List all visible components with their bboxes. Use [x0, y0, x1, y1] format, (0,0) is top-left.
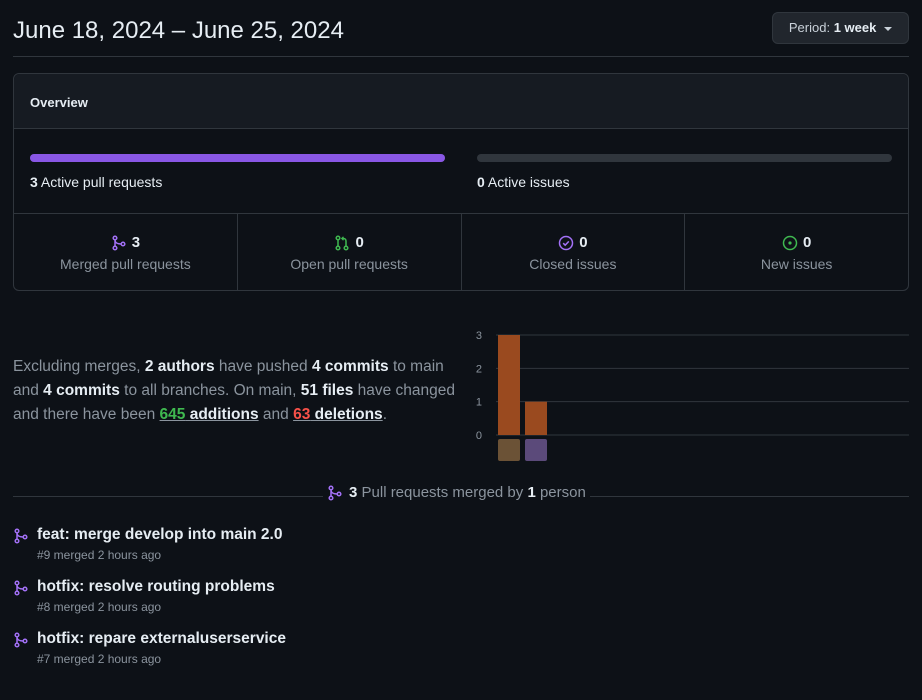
- pulse-header: June 18, 2024 – June 25, 2024 Period: 1 …: [13, 0, 909, 57]
- date-range-title: June 18, 2024 – June 25, 2024: [13, 17, 344, 44]
- pr-meta: #9 merged 2 hours ago: [37, 548, 162, 562]
- caret-down-icon: [884, 26, 892, 31]
- active-prs-bar: [30, 154, 445, 162]
- stat-open-label: Open pull requests: [290, 256, 408, 272]
- git-merge-icon: [112, 234, 126, 251]
- summary-commits-main: 4 commits: [311, 358, 389, 375]
- chart-y-tick-label: 1: [476, 397, 482, 409]
- active-issues-label: Active issues: [487, 174, 570, 190]
- git-merge-icon: [14, 528, 28, 544]
- chart-y-tick-label: 0: [476, 430, 482, 442]
- chart-bar[interactable]: [498, 335, 520, 435]
- deletions-link[interactable]: 63 deletions: [293, 406, 383, 423]
- overview-title: Overview: [30, 95, 88, 110]
- active-prs-count: 3: [30, 174, 38, 190]
- pr-title-link[interactable]: hotfix: resolve routing problems: [37, 578, 275, 596]
- stat-merged-label: Merged pull requests: [60, 256, 191, 272]
- stat-closed-value: 0: [579, 234, 588, 251]
- chart-y-tick-label: 3: [476, 330, 482, 342]
- stat-new-value: 0: [802, 234, 812, 251]
- stat-closed-issues[interactable]: 0 Closed issues: [462, 214, 686, 291]
- author-avatar[interactable]: [525, 439, 547, 461]
- deletions-word: deletions: [310, 406, 383, 423]
- additions-word: additions: [185, 406, 259, 423]
- git-pull-request-icon: [335, 234, 350, 251]
- issue-opened-icon: [782, 235, 798, 250]
- git-merge-icon: [14, 580, 28, 596]
- overview-progress-area: 3 Active pull requests 0 Active issues: [14, 129, 908, 214]
- deletions-count: 63: [293, 406, 311, 423]
- summary-text: and: [258, 406, 294, 423]
- merged-prs-caption: 3 Pull requests merged by 1 person: [323, 484, 590, 501]
- merged-people: 1: [527, 484, 536, 501]
- stat-merged-prs[interactable]: 3 Merged pull requests: [14, 214, 238, 291]
- chart-y-tick-label: 2: [476, 363, 482, 375]
- overview-stats: 3 Merged pull requests 0 Open pull reque…: [14, 214, 908, 291]
- summary-commits-all: 4 commits: [43, 382, 120, 399]
- commits-by-author-chart: 0 1 2 3: [476, 330, 909, 461]
- stat-open-value: 0: [355, 234, 364, 251]
- git-merge-icon: [14, 632, 28, 648]
- period-label: Period:: [788, 20, 831, 35]
- merged-text-end: person: [535, 484, 586, 501]
- additions-count: 645: [159, 406, 186, 423]
- pr-meta: #8 merged 2 hours ago: [37, 600, 162, 614]
- stat-new-issues[interactable]: 0 New issues: [685, 214, 908, 291]
- active-issues-count: 0: [477, 174, 485, 190]
- active-prs-label: Active pull requests: [40, 174, 163, 190]
- period-dropdown-button[interactable]: Period: 1 week: [771, 12, 909, 44]
- git-merge-icon: [328, 484, 342, 501]
- issue-closed-icon: [558, 235, 574, 250]
- stat-merged-value: 3: [131, 234, 141, 251]
- active-prs-bar-fill: [30, 154, 445, 162]
- summary-authors: 2 authors: [144, 358, 215, 375]
- stat-closed-label: Closed issues: [529, 256, 617, 272]
- pr-meta: #7 merged 2 hours ago: [37, 652, 162, 666]
- merged-text: Pull requests merged by: [357, 484, 528, 501]
- pr-title-link[interactable]: hotfix: repare externaluserservice: [37, 630, 286, 648]
- pr-title-link[interactable]: feat: merge develop into main 2.0: [37, 526, 282, 544]
- summary-text: .: [382, 406, 387, 423]
- period-value: 1 week: [833, 20, 877, 35]
- active-prs-link[interactable]: 3 Active pull requests: [30, 174, 162, 190]
- author-avatar[interactable]: [498, 439, 520, 461]
- chart-bar[interactable]: [525, 401, 547, 435]
- additions-link[interactable]: 645 additions: [160, 406, 259, 423]
- summary-text: Excluding merges,: [13, 358, 145, 375]
- overview-header: Overview: [14, 74, 908, 129]
- overview-panel: Overview 3 Active pull requests 0 Active…: [13, 73, 909, 291]
- commit-summary: Excluding merges, 2 authors have pushed …: [13, 355, 463, 427]
- stat-new-label: New issues: [760, 256, 833, 272]
- summary-files: 51 files: [300, 382, 354, 399]
- stat-open-prs[interactable]: 0 Open pull requests: [238, 214, 462, 291]
- active-issues-bar: [477, 154, 892, 162]
- summary-text: to all branches. On main,: [119, 382, 301, 399]
- active-issues-link[interactable]: 0 Active issues: [477, 174, 570, 190]
- summary-text: have pushed: [214, 358, 312, 375]
